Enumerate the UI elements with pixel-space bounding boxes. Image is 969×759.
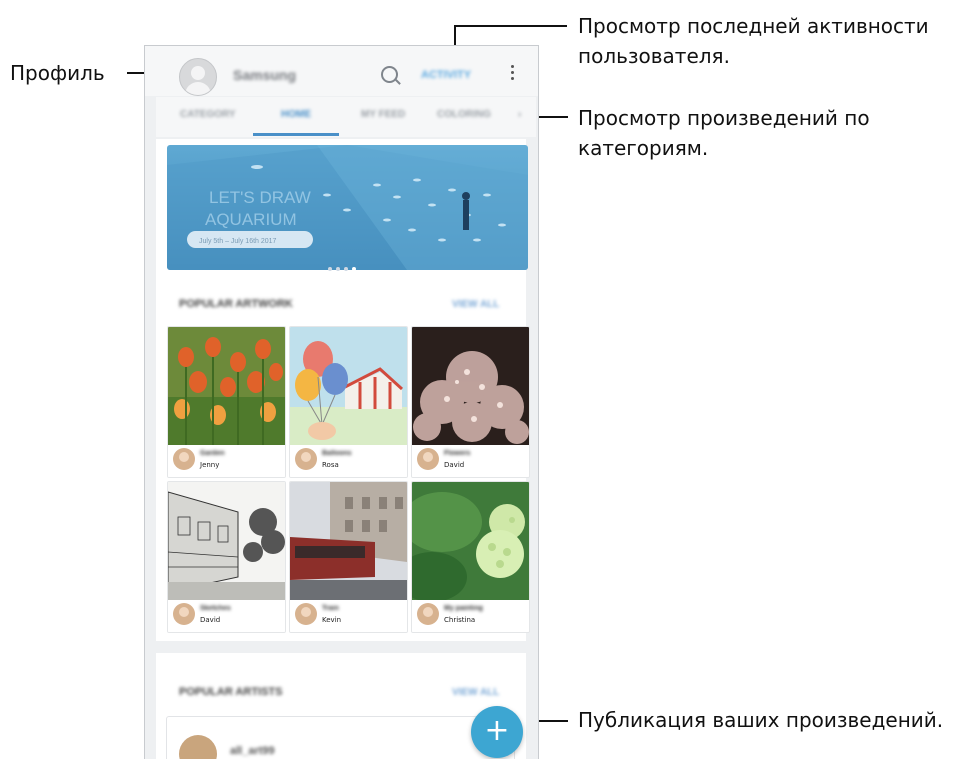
more-options-icon[interactable]: [511, 65, 515, 83]
artwork-author[interactable]: Kevin: [322, 616, 341, 624]
app-screen: Samsung ACTIVITY CATEGORY HOME MY FEED C…: [144, 45, 539, 759]
callout-profile: Профиль: [10, 61, 105, 85]
artwork-title: My painting: [444, 605, 483, 612]
popular-artwork-title: POPULAR ARTWORK: [179, 298, 293, 310]
artist-name[interactable]: all_art99: [230, 745, 275, 757]
artwork-thumbnail-train: [290, 482, 407, 600]
tab-coloring[interactable]: COLORING: [437, 109, 491, 120]
callout-activity-line-h: [454, 25, 567, 27]
artwork-author[interactable]: David: [444, 461, 464, 469]
artwork-author[interactable]: Rosa: [322, 461, 339, 469]
artwork-thumbnail-blossoms: [412, 327, 529, 445]
artwork-card[interactable]: Sketches David: [167, 481, 286, 633]
artwork-author[interactable]: David: [200, 616, 220, 624]
tabs-scroll-indicator[interactable]: ›: [518, 109, 521, 120]
callout-activity-line1: Просмотр последней активности: [578, 14, 929, 38]
section-divider: [145, 641, 538, 653]
artwork-thumbnail-balloons: [290, 327, 407, 445]
artwork-thumbnail-tulips: [168, 327, 285, 445]
artwork-card[interactable]: My painting Christina: [411, 481, 530, 633]
banner-page-indicator: [328, 258, 360, 276]
banner-title-line1: LET'S DRAW: [209, 188, 311, 207]
add-artwork-button[interactable]: +: [471, 706, 523, 758]
artwork-title: Train: [322, 605, 339, 612]
callout-categories-line1: Просмотр произведений по: [578, 106, 870, 130]
callout-activity-line2: пользователя.: [578, 44, 730, 68]
callout-publish: Публикация ваших произведений.: [578, 708, 944, 732]
category-tabs: CATEGORY HOME MY FEED COLORING ›: [156, 97, 536, 137]
event-banner[interactable]: LET'S DRAW AQUARIUM July 5th – July 16th…: [167, 145, 528, 270]
artwork-title: Garden: [200, 450, 225, 457]
add-icon: +: [484, 713, 510, 748]
search-icon[interactable]: [381, 66, 398, 83]
artwork-card[interactable]: Train Kevin: [289, 481, 408, 633]
artwork-title: Flowers: [444, 450, 471, 457]
artwork-card[interactable]: Balloons Rosa: [289, 326, 408, 478]
banner-title-line2: AQUARIUM: [205, 210, 297, 229]
popular-artists-view-all[interactable]: VIEW ALL: [452, 687, 499, 698]
tab-active-indicator: [253, 133, 339, 136]
artwork-author[interactable]: Christina: [444, 616, 475, 624]
profile-avatar-icon[interactable]: [179, 58, 217, 96]
artwork-card[interactable]: Garden Jenny: [167, 326, 286, 478]
top-app-bar: Samsung ACTIVITY: [145, 46, 538, 96]
artwork-card[interactable]: Flowers David: [411, 326, 530, 478]
activity-button[interactable]: ACTIVITY: [421, 69, 471, 81]
tab-category[interactable]: CATEGORY: [180, 109, 236, 120]
artwork-author[interactable]: Jenny: [200, 461, 219, 469]
artwork-title: Sketches: [200, 605, 231, 612]
tab-my-feed[interactable]: MY FEED: [361, 109, 405, 120]
artwork-title: Balloons: [322, 450, 352, 457]
popular-artwork-view-all[interactable]: VIEW ALL: [452, 299, 499, 310]
artist-card[interactable]: all_art99: [166, 716, 515, 759]
callout-categories-line2: категориям.: [578, 136, 709, 160]
banner-dates: July 5th – July 16th 2017: [199, 238, 277, 245]
callout-categories-line: [538, 116, 568, 118]
artwork-thumbnail-hydrangea: [412, 482, 529, 600]
artwork-thumbnail-sketch: [168, 482, 285, 600]
banner-illustration: LET'S DRAW AQUARIUM July 5th – July 16th…: [167, 145, 528, 270]
tab-home[interactable]: HOME: [281, 109, 311, 120]
artist-avatar: [179, 735, 217, 759]
popular-artists-title: POPULAR ARTISTS: [179, 686, 283, 698]
profile-username[interactable]: Samsung: [233, 67, 296, 83]
